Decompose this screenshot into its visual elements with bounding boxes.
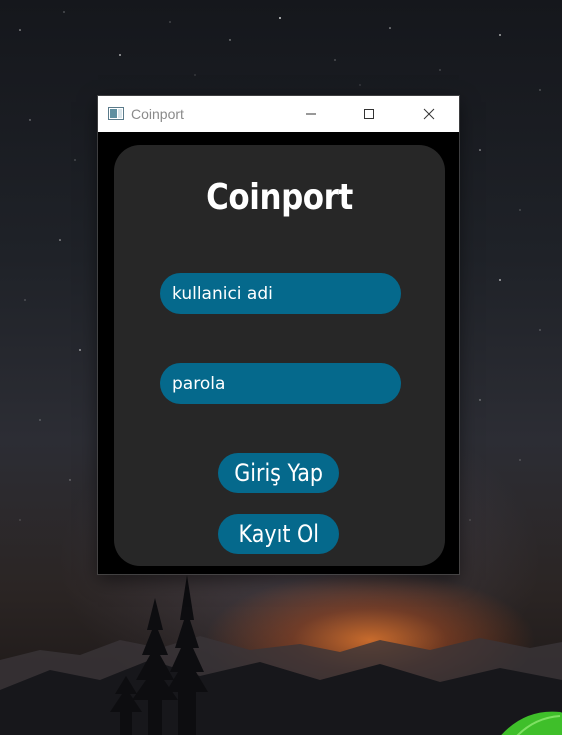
desktop-background: Coinport Coinport kullanici adi Giriş Ya… bbox=[0, 0, 562, 735]
app-heading: Coinport bbox=[206, 177, 353, 218]
title-bar[interactable]: Coinport bbox=[98, 96, 459, 132]
window-title: Coinport bbox=[131, 106, 184, 122]
login-card: Coinport Giriş Yap Kayıt Ol bbox=[114, 145, 445, 566]
maximize-icon bbox=[364, 109, 374, 119]
register-button-label: Kayıt Ol bbox=[238, 520, 319, 548]
password-input[interactable] bbox=[160, 363, 401, 404]
window-client-area: Coinport Giriş Yap Kayıt Ol bbox=[98, 132, 459, 574]
minimize-button[interactable] bbox=[288, 96, 334, 132]
app-window: Coinport Coinport kullanici adi Giriş Ya… bbox=[98, 96, 459, 574]
tent-image bbox=[501, 711, 562, 735]
window-app-icon bbox=[108, 107, 124, 120]
login-button[interactable]: Giriş Yap bbox=[218, 453, 339, 493]
username-input[interactable] bbox=[160, 273, 401, 314]
close-button[interactable] bbox=[406, 96, 452, 132]
minimize-icon bbox=[306, 113, 316, 115]
close-icon bbox=[423, 108, 435, 120]
maximize-button[interactable] bbox=[346, 96, 392, 132]
login-button-label: Giriş Yap bbox=[234, 459, 323, 487]
register-button[interactable]: Kayıt Ol bbox=[218, 514, 339, 554]
